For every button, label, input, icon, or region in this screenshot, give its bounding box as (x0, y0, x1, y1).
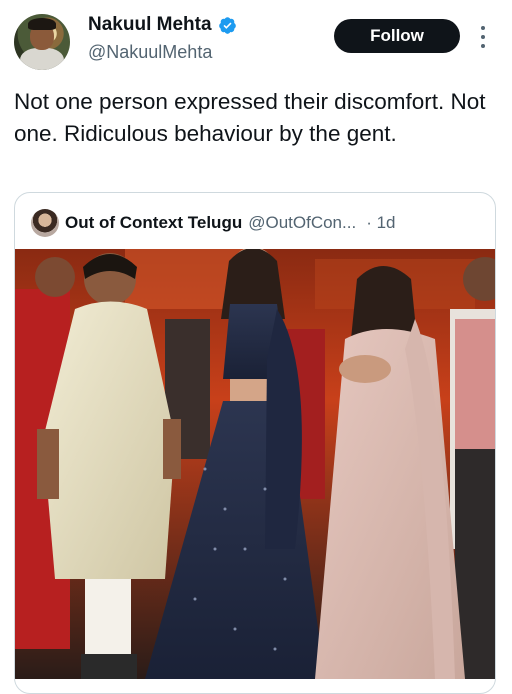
follow-button[interactable]: Follow (334, 19, 460, 53)
quoted-author-avatar[interactable] (31, 209, 59, 237)
tweet-header: Nakuul Mehta @NakuulMehta Follow (0, 0, 512, 80)
author-avatar[interactable] (14, 14, 70, 70)
quoted-tweet-time[interactable]: · 1d (366, 213, 395, 233)
author-handle[interactable]: @NakuulMehta (88, 42, 212, 63)
quoted-author-name[interactable]: Out of Context Telugu (65, 213, 242, 233)
quoted-author-handle[interactable]: @OutOfCon... (248, 213, 356, 233)
more-options-icon[interactable] (476, 26, 490, 48)
author-display-name[interactable]: Nakuul Mehta (88, 14, 212, 36)
quoted-tweet-header: Out of Context Telugu @OutOfCon... · 1d (31, 207, 491, 239)
author-name-row: Nakuul Mehta (88, 14, 237, 36)
quoted-tweet-card[interactable]: Out of Context Telugu @OutOfCon... · 1d (14, 192, 496, 694)
verified-badge-icon (218, 16, 236, 34)
quoted-tweet-media-image[interactable] (15, 249, 495, 679)
tweet-text: Not one person expressed their discomfor… (14, 89, 486, 146)
